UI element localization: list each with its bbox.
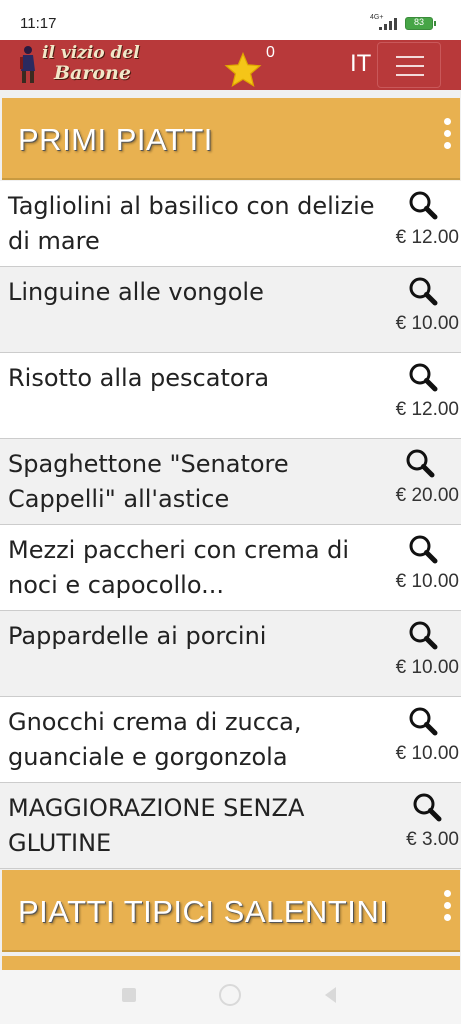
item-name: Pappardelle ai porcini [8, 622, 267, 650]
item-price: € 12.00 [395, 399, 459, 420]
hamburger-icon-line [396, 65, 424, 67]
signal-icon: 4G+ [370, 14, 398, 30]
item-name: Spaghettone "Senatore Cappelli" all'asti… [8, 450, 289, 513]
kebab-menu-icon[interactable] [438, 888, 456, 924]
menu-item[interactable]: Gnocchi crema di zucca, guanciale e gorg… [0, 697, 461, 783]
item-price: € 10.00 [395, 313, 459, 334]
item-name: Linguine alle vongole [8, 278, 264, 306]
category-title: PRIMI PIATTI [18, 122, 213, 157]
category-header-primi-piatti[interactable]: PRIMI PIATTI [2, 98, 460, 180]
menu-item[interactable]: MAGGIORAZIONE SENZA GLUTINE € 3.00 [0, 783, 461, 869]
hamburger-icon-line [396, 56, 424, 58]
kebab-dot [444, 130, 451, 137]
kebab-dot [444, 914, 451, 921]
kebab-dot [444, 902, 451, 909]
item-price: € 10.00 [395, 571, 459, 592]
menu-item[interactable]: Risotto alla pescatora € 12.00 [0, 353, 461, 439]
app-screen: 11:17 4G+ 83 il vizio del Barone 0 IT PR… [0, 0, 461, 1024]
magnifier-icon[interactable] [408, 620, 438, 650]
category-header-piatti-tipici-salentini[interactable]: PIATTI TIPICI SALENTINI [2, 870, 460, 952]
back-button[interactable] [322, 985, 338, 1005]
category-header-next[interactable] [2, 956, 460, 970]
item-name: Risotto alla pescatora [8, 364, 270, 392]
item-name: Mezzi paccheri con crema di noci e capoc… [8, 536, 350, 599]
item-name: Gnocchi crema di zucca, guanciale e gorg… [8, 708, 302, 771]
star-icon[interactable] [224, 52, 262, 88]
logo-text: il vizio del Barone [42, 43, 152, 83]
menu-item[interactable]: Tagliolini al basilico con delizie di ma… [0, 181, 461, 267]
magnifier-icon[interactable] [408, 706, 438, 736]
magnifier-icon[interactable] [408, 534, 438, 564]
item-name: Tagliolini al basilico con delizie di ma… [8, 192, 375, 255]
item-price: € 10.00 [395, 657, 459, 678]
kebab-dot [444, 142, 451, 149]
magnifier-icon[interactable] [412, 792, 442, 822]
magnifier-icon[interactable] [408, 362, 438, 392]
item-price: € 10.00 [395, 743, 459, 764]
menu-item[interactable]: Linguine alle vongole € 10.00 [0, 267, 461, 353]
status-time: 11:17 [20, 15, 57, 32]
home-button[interactable] [219, 984, 241, 1006]
favorites-count: 0 [266, 44, 275, 61]
signal-bars-icon [379, 18, 397, 30]
kebab-dot [444, 118, 451, 125]
language-selector[interactable]: IT [350, 50, 371, 78]
menu-button[interactable] [377, 42, 441, 88]
battery-icon: 83 [405, 17, 436, 30]
baron-figure-icon [20, 46, 35, 83]
app-header: il vizio del Barone 0 IT [0, 40, 461, 90]
recents-button[interactable] [122, 988, 136, 1002]
menu-item[interactable]: Spaghettone "Senatore Cappelli" all'asti… [0, 439, 461, 525]
item-price: € 20.00 [395, 485, 459, 506]
menu-list: PRIMI PIATTI Tagliolini al basilico con … [0, 90, 461, 970]
status-bar: 11:17 4G+ 83 [0, 0, 461, 40]
magnifier-icon[interactable] [405, 448, 435, 478]
item-name: MAGGIORAZIONE SENZA GLUTINE [8, 794, 305, 857]
menu-item[interactable]: Pappardelle ai porcini € 10.00 [0, 611, 461, 697]
item-price: € 12.00 [395, 227, 459, 248]
logo-line2: Barone [54, 62, 131, 84]
magnifier-icon[interactable] [408, 190, 438, 220]
logo-line1: il vizio del [42, 43, 140, 63]
hamburger-icon-line [396, 74, 424, 76]
magnifier-icon[interactable] [408, 276, 438, 306]
item-price: € 3.00 [406, 829, 459, 850]
system-nav-bar [0, 970, 461, 1024]
menu-item[interactable]: Mezzi paccheri con crema di noci e capoc… [0, 525, 461, 611]
kebab-menu-icon[interactable] [438, 116, 456, 152]
restaurant-logo[interactable]: il vizio del Barone [18, 43, 148, 87]
category-title: PIATTI TIPICI SALENTINI [18, 894, 389, 929]
kebab-dot [444, 890, 451, 897]
battery-level: 83 [413, 17, 424, 27]
